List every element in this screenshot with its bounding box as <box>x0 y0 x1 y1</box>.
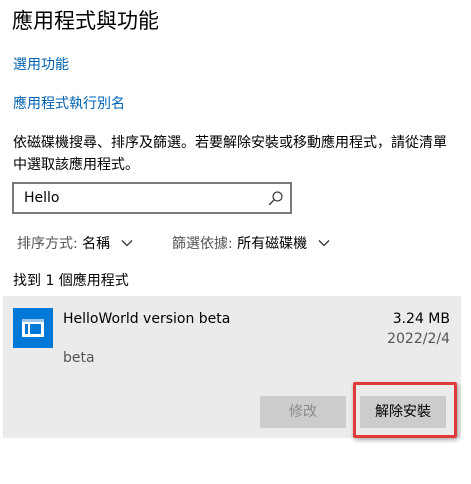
app-name: HelloWorld version beta <box>63 311 231 327</box>
result-count: 找到 1 個應用程式 <box>13 273 129 289</box>
search-icon[interactable] <box>268 190 284 206</box>
app-list-item[interactable]: HelloWorld version beta 3.24 MB 2022/2/4… <box>3 296 461 438</box>
app-window-icon <box>13 308 53 348</box>
drive-filter-value: 所有磁碟機 <box>237 236 308 252</box>
chevron-down-icon <box>318 240 330 247</box>
description-text: 依磁碟機搜尋、排序及篩選。若要解除安裝或移動應用程式，請從清單中選取該應用程式。 <box>13 135 447 173</box>
uninstall-button[interactable]: 解除安裝 <box>360 396 446 428</box>
drive-filter-dropdown[interactable]: 篩選依據: 所有磁碟機 <box>172 233 330 255</box>
app-publisher: beta <box>63 350 95 366</box>
search-input[interactable] <box>14 184 264 212</box>
sort-value: 名稱 <box>82 236 111 252</box>
optional-features-link[interactable]: 選用功能 <box>13 55 69 75</box>
sort-label: 排序方式: <box>17 236 78 252</box>
chevron-down-icon <box>121 240 133 247</box>
search-box[interactable] <box>12 182 292 214</box>
app-install-date: 2022/2/4 <box>387 331 450 347</box>
sort-dropdown[interactable]: 排序方式: 名稱 <box>17 233 133 255</box>
page-title: 應用程式與功能 <box>12 9 159 33</box>
drive-filter-label: 篩選依據: <box>172 236 233 252</box>
modify-button[interactable]: 修改 <box>260 396 346 428</box>
app-size: 3.24 MB <box>392 311 450 327</box>
app-execution-alias-link[interactable]: 應用程式執行別名 <box>13 94 125 114</box>
